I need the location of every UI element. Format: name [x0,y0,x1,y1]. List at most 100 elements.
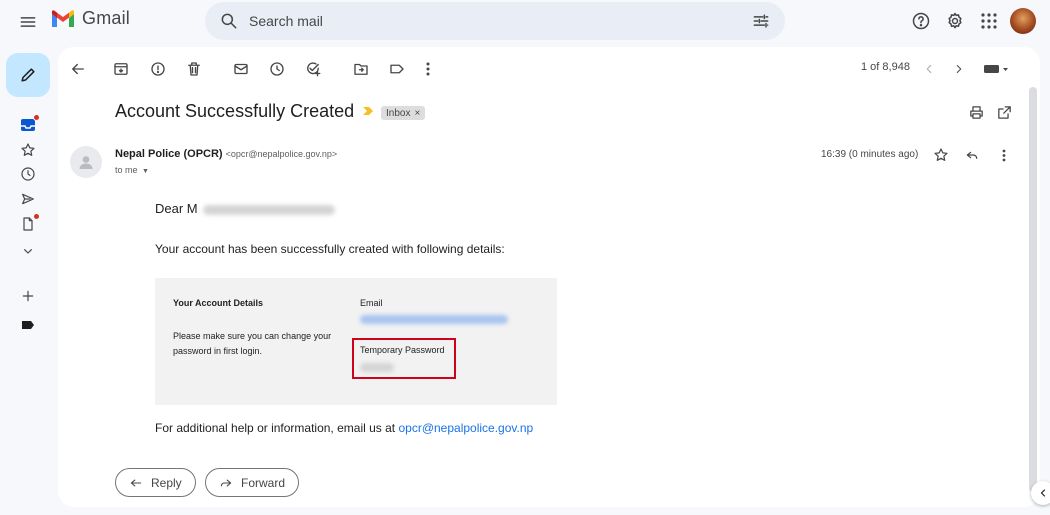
unread-dot [33,114,40,121]
important-marker[interactable] [362,106,374,116]
details-note-line1: Please make sure you can change your [173,331,332,341]
trash-icon [188,62,200,76]
message-more-button[interactable] [991,142,1017,168]
email-field-label: Email [360,298,383,308]
gmail-logo[interactable]: Gmail [50,8,130,29]
reply-label: Reply [151,475,182,490]
more-options-button[interactable] [415,56,441,82]
apps-button[interactable] [972,8,1006,34]
side-panel-toggle[interactable] [1031,481,1050,505]
label-chip-text: Inbox [386,107,411,119]
add-to-tasks-button[interactable] [300,56,326,82]
older-button[interactable] [946,56,972,82]
keyboard-icon [984,65,1008,73]
newer-button[interactable] [916,56,942,82]
recipient-text: to me [115,165,138,175]
open-new-window-button[interactable] [991,99,1017,125]
labels-button[interactable] [384,56,410,82]
open-in-new-icon [997,105,1011,119]
settings-button[interactable] [938,8,972,34]
caret-down-icon: ▼ [142,168,149,175]
sidebar-item-snoozed[interactable] [16,162,40,186]
message-time: 16:39 (0 minutes ago) [821,149,919,160]
star-icon [21,143,35,156]
compose-button[interactable] [6,53,50,97]
report-spam-button[interactable] [145,56,171,82]
reply-button[interactable]: Reply [115,468,196,497]
search-bar [205,2,785,40]
archive-button[interactable] [108,56,134,82]
move-to-button[interactable] [348,56,374,82]
sidebar-item-inbox[interactable] [16,113,40,137]
chevron-left-icon [926,64,932,74]
scrollbar[interactable] [1029,87,1037,492]
forward-label: Forward [241,475,286,490]
more-vert-icon [1002,149,1006,161]
account-avatar[interactable] [1010,8,1036,34]
sidebar-item-drafts[interactable] [16,212,40,236]
star-button[interactable] [928,142,954,168]
sender-email: <opcr@nepalpolice.gov.np> [225,149,338,159]
search-button[interactable] [219,11,239,31]
help-icon [912,12,930,30]
password-highlight-box [352,338,456,379]
sidebar-item-sent[interactable] [16,187,40,211]
important-icon [363,107,373,115]
mark-unread-button[interactable] [228,56,254,82]
star-icon [934,148,948,161]
apps-grid-icon [981,13,997,29]
pencil-icon [21,68,35,82]
chevron-left-icon [1040,489,1046,497]
input-tools-button[interactable] [978,56,1014,82]
help-email-link[interactable]: opcr@nepalpolice.gov.np [398,421,533,435]
redacted-email [360,315,508,324]
greeting-text: Dear M [155,201,198,216]
reply-icon-button[interactable] [959,142,985,168]
recipient-details-toggle[interactable]: to me ▼ [115,165,149,175]
more-vert-icon [426,62,430,76]
person-icon [79,156,93,169]
label-outline-icon [390,64,404,74]
intro-text: Your account has been successfully creat… [155,242,505,256]
print-button[interactable] [963,99,989,125]
pager-count: 1 of 8,948 [861,61,910,73]
email-panel: 1 of 8,948 Account Successfully Created … [58,47,1040,507]
app-name: Gmail [82,8,131,28]
drafts-dot [33,213,40,220]
gmail-m-icon [52,9,74,27]
search-options-button[interactable] [751,11,771,31]
search-input[interactable] [249,2,729,40]
delete-button[interactable] [181,56,207,82]
spam-icon [151,62,165,76]
mail-icon [234,63,248,75]
send-icon [22,193,34,205]
gear-icon [948,12,962,29]
support-button[interactable] [904,8,938,34]
arrow-left-icon [72,63,84,75]
chevron-down-icon [24,249,32,254]
email-subject: Account Successfully Created [115,101,355,121]
account-controls [904,8,1036,34]
sender-avatar[interactable] [70,146,102,178]
create-label-button[interactable] [16,284,40,308]
label-icon [22,321,34,329]
inbox-label-chip: Inbox × [381,106,426,120]
snooze-button[interactable] [264,56,290,82]
forward-button[interactable]: Forward [205,468,300,497]
clock-icon [270,62,284,76]
archive-icon [114,63,128,75]
reply-icon [130,479,142,486]
back-button[interactable] [65,56,91,82]
sidebar-item-label[interactable] [16,313,40,337]
sidebar-item-starred[interactable] [16,138,40,162]
clock-icon [21,167,35,181]
remove-label-button[interactable]: × [414,108,420,119]
top-bar: Gmail [0,0,1050,42]
add-task-icon [307,62,321,77]
hamburger-menu-icon [20,17,36,27]
tune-icon [753,14,769,28]
main-menu-button[interactable] [16,10,40,34]
sidebar-item-more[interactable] [16,239,40,263]
sender-name[interactable]: Nepal Police (OPCR) [115,148,223,160]
greeting-line: Dear M [155,201,336,216]
